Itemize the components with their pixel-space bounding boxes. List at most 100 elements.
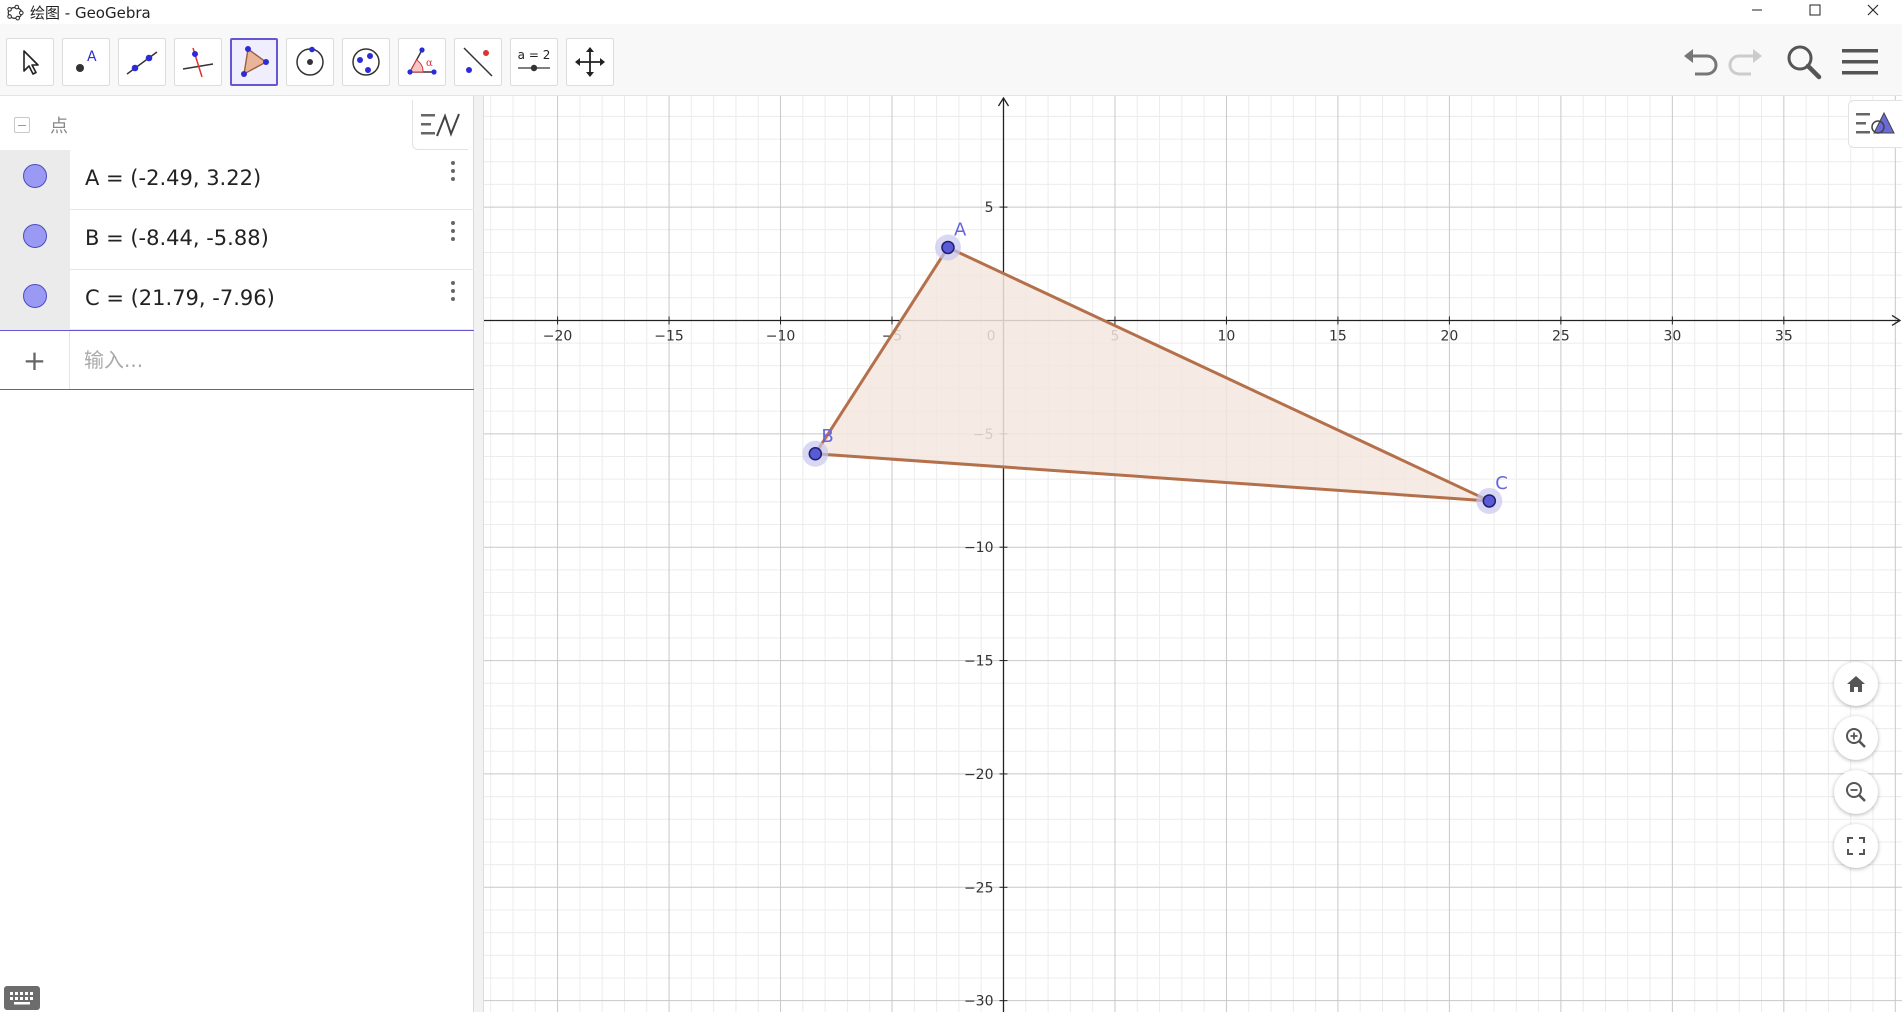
visibility-toggle-C[interactable] (0, 270, 70, 330)
svg-text:A: A (87, 49, 97, 65)
graphics-canvas[interactable]: −20−15−10−5051015202530355−5−10−15−20−25… (484, 96, 1902, 1012)
algebra-expression[interactable]: C = (21.79, -7.96) (85, 286, 275, 310)
zoom-in-icon (1846, 728, 1866, 748)
x-tick-label: 10 (1218, 328, 1236, 344)
svg-text:α: α (426, 58, 433, 69)
tool-circle-three-points[interactable] (342, 38, 390, 86)
algebra-expression[interactable]: A = (-2.49, 3.22) (85, 166, 261, 190)
y-tick-label: −10 (964, 540, 994, 556)
reflect-icon (463, 47, 493, 77)
keyboard-icon (10, 992, 33, 1005)
move-arrow-icon (23, 50, 39, 75)
algebra-expression[interactable]: B = (-8.44, -5.88) (85, 226, 269, 250)
zoom-in-button[interactable] (1834, 716, 1878, 760)
zoom-out-button[interactable] (1834, 770, 1878, 814)
x-tick-label: −10 (766, 328, 796, 344)
y-tick-label: −20 (964, 767, 994, 783)
point-c[interactable] (1482, 494, 1497, 508)
toolbar: A α a = 2 (0, 24, 1902, 96)
visibility-marble-icon (23, 224, 47, 248)
standard-view-button[interactable] (1834, 662, 1878, 706)
move-graphics-icon (575, 47, 605, 77)
angle-icon: α (407, 47, 437, 75)
maximize-button[interactable] (1786, 0, 1844, 20)
home-icon (1847, 676, 1865, 692)
x-tick-label: 35 (1775, 328, 1793, 344)
keyboard-button[interactable] (4, 986, 40, 1010)
item-menu-button[interactable] (438, 156, 468, 186)
fullscreen-button[interactable] (1834, 824, 1878, 868)
tool-perpendicular-line[interactable] (174, 38, 222, 86)
graphics-style-icon (1855, 111, 1895, 134)
main-menu-button[interactable] (1836, 38, 1884, 86)
maximize-icon (1809, 4, 1821, 16)
tool-move[interactable] (6, 38, 54, 86)
tool-slider[interactable]: a = 2 (510, 38, 558, 86)
algebra-item-C[interactable]: C = (21.79, -7.96) (0, 270, 474, 330)
item-menu-button[interactable] (438, 276, 468, 306)
geogebra-logo-icon (7, 4, 24, 21)
window-controls (1728, 0, 1902, 20)
y-tick-label: 5 (985, 200, 994, 216)
point-b[interactable] (808, 447, 823, 461)
y-tick-label: −15 (964, 654, 994, 670)
slider-icon: a = 2 (518, 48, 551, 72)
algebra-view: 点 A = (-2.49, 3.22) B = (-8.44, -5.88) C… (0, 96, 474, 1012)
undo-icon (1684, 49, 1718, 76)
group-label: 点 (50, 116, 68, 137)
triangle-polygon[interactable] (815, 247, 1490, 501)
algebra-item-B[interactable]: B = (-8.44, -5.88) (0, 210, 474, 270)
algebra-input[interactable] (84, 345, 444, 375)
x-tick-label: −20 (543, 328, 573, 344)
algebra-input-row[interactable]: + (0, 330, 474, 390)
search-icon (1787, 45, 1822, 80)
add-icon[interactable]: + (0, 331, 70, 389)
x-tick-label: 25 (1552, 328, 1570, 344)
tool-angle[interactable]: α (398, 38, 446, 86)
close-button[interactable] (1844, 0, 1902, 20)
close-icon (1867, 4, 1879, 16)
visibility-toggle-A[interactable] (0, 150, 70, 210)
visibility-marble-icon (23, 284, 47, 308)
tool-line[interactable] (118, 38, 166, 86)
slider-tool-label: a = 2 (518, 48, 551, 62)
minimize-button[interactable] (1728, 0, 1786, 20)
redo-button[interactable] (1722, 38, 1770, 86)
algebra-style-bar-button[interactable] (412, 100, 468, 150)
window-title: 绘图 - GeoGebra (30, 3, 151, 22)
polygon-icon (241, 46, 269, 77)
tool-circle-center-point[interactable] (286, 38, 334, 86)
point-a[interactable] (941, 240, 955, 255)
visibility-marble-icon (23, 164, 47, 188)
x-tick-label: 30 (1663, 328, 1681, 344)
tool-move-graphics[interactable] (566, 38, 614, 86)
view-splitter[interactable] (474, 96, 484, 1012)
item-menu-button[interactable] (438, 216, 468, 246)
x-tick-label: −15 (654, 328, 684, 344)
search-button[interactable] (1780, 38, 1828, 86)
line-icon (126, 51, 158, 75)
menu-icon (1842, 49, 1878, 75)
circle-center-point-icon (296, 46, 324, 76)
y-tick-label: −25 (964, 880, 994, 896)
title-bar: 绘图 - GeoGebra (0, 0, 1902, 24)
graphics-view[interactable]: −20−15−10−5051015202530355−5−10−15−20−25… (484, 96, 1902, 1012)
circle-three-points-icon (352, 48, 380, 76)
algebra-group-header: 点 (0, 96, 474, 150)
visibility-toggle-B[interactable] (0, 210, 70, 270)
collapse-group-button[interactable] (14, 117, 30, 133)
point-label-a: A (954, 219, 967, 240)
perpendicular-line-icon (182, 47, 214, 78)
y-tick-label: −30 (964, 994, 994, 1010)
redo-icon (1728, 49, 1762, 76)
point-icon: A (76, 49, 97, 72)
fullscreen-icon (1847, 837, 1865, 855)
tool-reflect[interactable] (454, 38, 502, 86)
tool-polygon[interactable] (230, 38, 278, 86)
graphics-style-bar-button[interactable] (1848, 100, 1902, 148)
point-label-c: C (1495, 473, 1508, 494)
undo-button[interactable] (1676, 38, 1724, 86)
tool-point[interactable]: A (62, 38, 110, 86)
x-tick-label: 20 (1440, 328, 1458, 344)
algebra-item-A[interactable]: A = (-2.49, 3.22) (0, 150, 474, 210)
